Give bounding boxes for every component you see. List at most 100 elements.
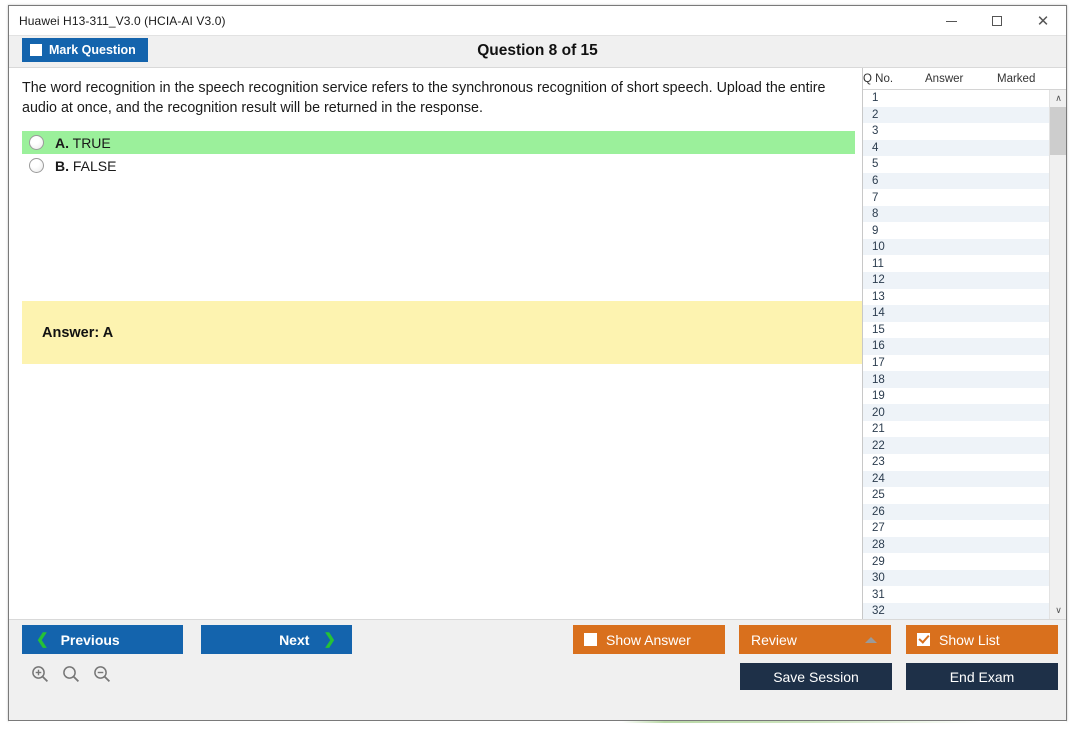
question-list-row[interactable]: 8 [863, 205, 1050, 223]
show-list-button[interactable]: Show List [906, 625, 1058, 654]
mark-question-checkbox-icon [30, 44, 42, 56]
cell-question-number: 7 [872, 191, 879, 204]
save-session-button[interactable]: Save Session [740, 663, 892, 690]
question-list-row[interactable]: 24 [863, 470, 1050, 488]
radio-icon[interactable] [29, 135, 44, 151]
cell-question-number: 21 [872, 423, 885, 436]
maximize-button[interactable] [974, 6, 1020, 36]
question-list-row[interactable]: 17 [863, 354, 1050, 372]
column-header-marked: Marked [997, 72, 1036, 85]
close-icon: ✕ [1036, 12, 1050, 30]
show-answer-checkbox-icon [584, 633, 597, 646]
next-button[interactable]: Next ❯ [201, 625, 352, 654]
cell-question-number: 29 [872, 555, 885, 568]
minimize-button[interactable] [928, 6, 974, 36]
mark-question-button[interactable]: Mark Question [22, 38, 148, 62]
exam-application-window: Huawei H13-311_V3.0 (HCIA-AI V3.0) ✕ Mar… [8, 5, 1067, 721]
question-list-scrollbar[interactable]: ∧ ∨ [1049, 90, 1066, 619]
cell-question-number: 28 [872, 539, 885, 552]
window-controls: ✕ [928, 6, 1066, 36]
scrollbar-thumb[interactable] [1050, 107, 1066, 155]
show-answer-button[interactable]: Show Answer [573, 625, 725, 654]
question-list-row[interactable]: 13 [863, 288, 1050, 306]
question-list-row[interactable]: 7 [863, 189, 1050, 206]
cell-question-number: 10 [872, 241, 885, 254]
question-list-row[interactable]: 3 [863, 123, 1050, 140]
option-row-a[interactable]: A. TRUE [22, 131, 855, 155]
scroll-down-arrow-icon[interactable]: ∨ [1050, 602, 1066, 619]
question-list-row[interactable]: 11 [863, 255, 1050, 273]
cell-question-number: 8 [872, 208, 879, 221]
question-list-row[interactable]: 16 [863, 338, 1050, 355]
question-list-row[interactable]: 27 [863, 520, 1050, 537]
question-list-row[interactable]: 2 [863, 106, 1050, 124]
question-list-row[interactable]: 14 [863, 305, 1050, 322]
question-list-row[interactable]: 30 [863, 569, 1050, 587]
question-list-row[interactable]: 26 [863, 503, 1050, 521]
question-list-row[interactable]: 12 [863, 272, 1050, 289]
mark-question-label: Mark Question [49, 43, 136, 57]
show-list-label: Show List [939, 631, 1000, 648]
question-list-row[interactable]: 18 [863, 371, 1050, 388]
cell-question-number: 30 [872, 572, 885, 585]
cell-question-number: 31 [872, 588, 885, 601]
question-text: The word recognition in the speech recog… [22, 80, 826, 116]
question-list-row[interactable]: 32 [863, 602, 1050, 619]
chevron-right-icon: ❯ [323, 631, 336, 648]
question-list-row[interactable]: 15 [863, 321, 1050, 339]
question-list-row[interactable]: 1 [863, 90, 1050, 107]
cell-question-number: 14 [872, 307, 885, 320]
question-list-row[interactable]: 4 [863, 139, 1050, 157]
question-counter: Question 8 of 15 [477, 42, 598, 59]
question-list-row[interactable]: 19 [863, 387, 1050, 405]
question-list-row[interactable]: 22 [863, 437, 1050, 455]
zoom-in-icon[interactable] [29, 663, 51, 685]
end-exam-label: End Exam [949, 668, 1015, 685]
cell-question-number: 23 [872, 456, 885, 469]
cell-question-number: 6 [872, 175, 879, 187]
question-list-row[interactable]: 5 [863, 156, 1050, 173]
option-letter: B. [55, 157, 69, 174]
question-list-row[interactable]: 9 [863, 222, 1050, 239]
question-list-row[interactable]: 31 [863, 586, 1050, 603]
title-bar: Huawei H13-311_V3.0 (HCIA-AI V3.0) ✕ [9, 6, 1066, 36]
cell-question-number: 5 [872, 158, 879, 171]
option-row-b[interactable]: B. FALSE [22, 154, 855, 177]
cell-question-number: 25 [872, 489, 885, 502]
scroll-up-arrow-icon[interactable]: ∧ [1050, 90, 1066, 107]
cell-question-number: 24 [872, 472, 885, 485]
question-list-row[interactable]: 23 [863, 454, 1050, 471]
cell-question-number: 12 [872, 274, 885, 287]
cell-question-number: 3 [872, 125, 879, 138]
zoom-reset-icon[interactable] [60, 663, 82, 685]
zoom-controls [29, 663, 113, 685]
question-list-panel: Q No. Answer Marked 1 2 3 4 5 6 7 8 9 10 11 12 13 14 1… [862, 68, 1066, 619]
question-list-row[interactable]: 25 [863, 487, 1050, 504]
previous-label: Previous [60, 631, 120, 648]
cell-question-number: 20 [872, 406, 885, 419]
option-label: B. FALSE [55, 158, 116, 174]
window-title: Huawei H13-311_V3.0 (HCIA-AI V3.0) [19, 13, 226, 28]
question-list-row[interactable]: 28 [863, 536, 1050, 554]
cell-question-number: 1 [872, 92, 879, 105]
zoom-out-icon[interactable] [91, 663, 113, 685]
bottom-accent-line [9, 721, 1066, 723]
question-list-row[interactable]: 10 [863, 238, 1050, 256]
close-button[interactable]: ✕ [1020, 6, 1066, 36]
answer-box: Answer: A [22, 301, 862, 364]
end-exam-button[interactable]: End Exam [906, 663, 1058, 690]
question-list-scroll-area: 1 2 3 4 5 6 7 8 9 10 11 12 13 14 15 16 17 18 19 20 21 22 23 24 2… [863, 90, 1066, 619]
question-list-row[interactable]: 21 [863, 420, 1050, 438]
next-label: Next [279, 631, 310, 648]
cell-question-number: 26 [872, 505, 885, 518]
question-list-row[interactable]: 6 [863, 172, 1050, 190]
option-letter: A. [55, 134, 69, 151]
question-list-row[interactable]: 29 [863, 553, 1050, 570]
cell-question-number: 13 [872, 290, 885, 303]
radio-icon[interactable] [29, 158, 44, 174]
review-dropdown[interactable]: Review [739, 625, 891, 654]
previous-button[interactable]: ❮ Previous [22, 625, 183, 654]
cell-question-number: 17 [872, 357, 885, 370]
question-list-row[interactable]: 20 [863, 404, 1050, 421]
question-pane: The word recognition in the speech recog… [9, 68, 862, 619]
